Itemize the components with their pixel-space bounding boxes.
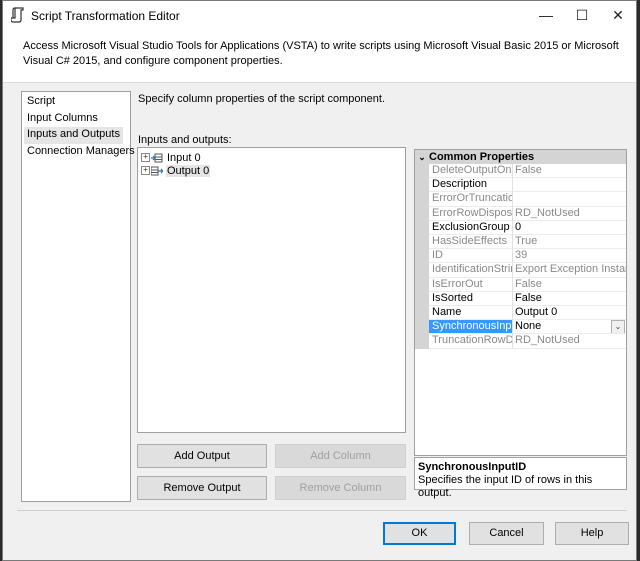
script-icon xyxy=(11,7,24,23)
tree-node-output-0[interactable]: + Output 0 xyxy=(141,164,211,177)
property-row-errorrowdisposition[interactable]: ErrorRowDisposition RD_NotUsed xyxy=(415,206,626,221)
nav-item-input-columns[interactable]: Input Columns xyxy=(24,111,101,128)
tree-label-input-0: Input 0 xyxy=(167,151,201,164)
chevron-down-icon[interactable]: ⌄ xyxy=(611,320,625,334)
expand-icon[interactable]: + xyxy=(141,153,150,162)
remove-column-button[interactable]: Remove Column xyxy=(275,476,406,500)
remove-output-button[interactable]: Remove Output xyxy=(137,476,267,500)
tree-node-input-0[interactable]: + Input 0 xyxy=(141,151,202,164)
property-row-errorortruncationoperation[interactable]: ErrorOrTruncationOperation xyxy=(415,192,626,207)
property-name: Name xyxy=(429,306,513,321)
cancel-button[interactable]: Cancel xyxy=(469,522,544,545)
property-name: Description xyxy=(429,178,513,193)
category-common-properties[interactable]: ⌄ Common Properties xyxy=(415,150,626,164)
dropdown-selected-value: None xyxy=(515,320,542,333)
property-row-issorted[interactable]: IsSorted False xyxy=(415,291,626,306)
property-description-panel: SynchronousInputID Specifies the input I… xyxy=(414,457,627,499)
property-value: True xyxy=(513,235,626,250)
property-row-identificationstring[interactable]: IdentificationString Export Exception In… xyxy=(415,263,626,278)
inputs-outputs-tree: + Input 0 + Output 0 xyxy=(137,147,406,433)
maximize-button[interactable]: ☐ xyxy=(564,1,600,29)
property-description-text: Specifies the input ID of rows in this o… xyxy=(418,474,593,499)
property-name: IsSorted xyxy=(429,291,513,306)
footer-separator xyxy=(17,510,627,511)
script-transformation-editor-window: Script Transformation Editor — ☐ ✕ Acces… xyxy=(2,0,637,561)
property-row-name[interactable]: Name Output 0 xyxy=(415,306,626,321)
property-row-deleteoutputonpathdetach[interactable]: DeleteOutputOnPathDetach False xyxy=(415,164,626,179)
header-panel: Access Microsoft Visual Studio Tools for… xyxy=(3,29,636,83)
page-navigation-list: Script Input Columns Inputs and Outputs … xyxy=(21,91,135,502)
property-value: RD_NotUsed xyxy=(513,334,626,349)
close-button[interactable]: ✕ xyxy=(600,1,636,29)
property-name: IdentificationString xyxy=(429,263,513,278)
property-value: False xyxy=(513,164,626,179)
property-description-title: SynchronousInputID xyxy=(418,461,527,473)
category-label: Common Properties xyxy=(429,151,535,163)
property-row-iserrorout[interactable]: IsErrorOut False xyxy=(415,277,626,292)
property-value: RD_NotUsed xyxy=(513,207,626,221)
nav-item-script[interactable]: Script xyxy=(24,94,58,111)
property-name: ErrorRowDisposition xyxy=(429,206,513,221)
property-row-hassideeffects[interactable]: HasSideEffects True xyxy=(415,235,626,250)
property-row-id[interactable]: ID 39 xyxy=(415,249,626,264)
property-value xyxy=(513,192,626,207)
property-row-truncationrowdisposition[interactable]: TruncationRowDisposition RD_NotUsed xyxy=(415,334,626,349)
property-value[interactable] xyxy=(513,178,626,193)
property-value-dropdown[interactable]: None ⌄ xyxy=(513,320,626,335)
help-button[interactable]: Help xyxy=(555,522,629,545)
property-value[interactable]: 0 xyxy=(513,221,626,235)
property-value[interactable]: Output 0 xyxy=(513,306,626,321)
property-grid: ⌄ Common Properties DeleteOutputOnPathDe… xyxy=(414,149,627,456)
property-name: TruncationRowDisposition xyxy=(429,334,513,349)
output-icon xyxy=(151,166,163,175)
property-row-exclusiongroup[interactable]: ExclusionGroup 0 xyxy=(415,220,626,235)
collapse-icon[interactable]: ⌄ xyxy=(415,152,429,163)
property-name: ExclusionGroup xyxy=(429,220,513,235)
property-value: Export Exception Instance.Outputs[Output… xyxy=(513,263,626,278)
property-name: DeleteOutputOnPathDetach xyxy=(429,164,513,179)
property-row-synchronousinputid[interactable]: SynchronousInputID None ⌄ xyxy=(415,320,626,335)
expand-icon[interactable]: + xyxy=(141,166,150,175)
minimize-button[interactable]: — xyxy=(528,1,564,29)
input-icon xyxy=(151,153,163,162)
window-title: Script Transformation Editor xyxy=(31,9,180,23)
title-bar[interactable]: Script Transformation Editor — ☐ ✕ xyxy=(3,1,636,29)
property-name: HasSideEffects xyxy=(429,235,513,250)
add-column-button[interactable]: Add Column xyxy=(275,444,406,468)
property-name: SynchronousInputID xyxy=(429,320,513,335)
property-name: ErrorOrTruncationOperation xyxy=(429,192,513,207)
page-instruction: Specify column properties of the script … xyxy=(138,93,386,105)
property-value[interactable]: False xyxy=(513,292,626,306)
add-output-button[interactable]: Add Output xyxy=(137,444,267,468)
header-description: Access Microsoft Visual Studio Tools for… xyxy=(23,40,619,67)
tree-label-output-0: Output 0 xyxy=(166,164,211,177)
ok-button[interactable]: OK xyxy=(383,522,456,545)
property-value: False xyxy=(513,278,626,292)
property-value: 39 xyxy=(513,249,626,264)
nav-item-connection-managers[interactable]: Connection Managers xyxy=(24,144,138,161)
nav-item-inputs-and-outputs[interactable]: Inputs and Outputs xyxy=(24,127,123,144)
property-name: IsErrorOut xyxy=(429,277,513,292)
property-name: ID xyxy=(429,249,513,264)
property-row-description[interactable]: Description xyxy=(415,178,626,193)
inputs-outputs-label: Inputs and outputs: xyxy=(138,134,232,146)
